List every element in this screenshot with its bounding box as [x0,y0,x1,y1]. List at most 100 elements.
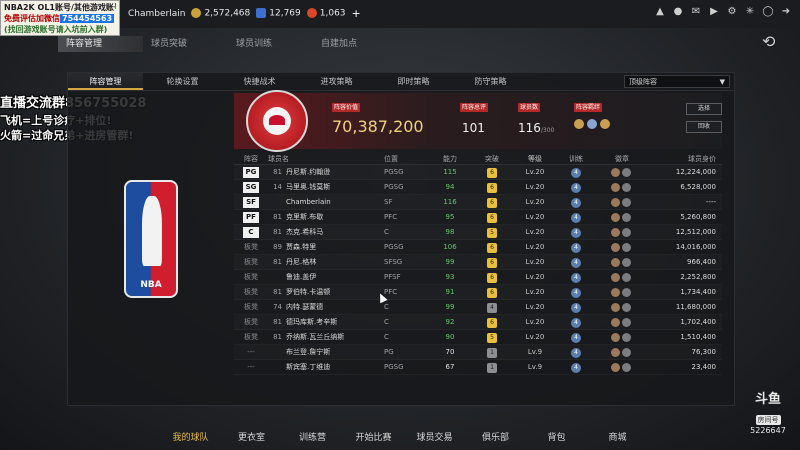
nav-store[interactable]: 商城 [587,430,648,443]
player-name: 马里奥.钱莫斯 [286,183,331,191]
player-name: 丹尼斯.约翰逊 [286,168,331,176]
training-cell: 4 [556,180,596,194]
lineup-dropdown[interactable]: 顶级阵容 ▼ [624,75,730,88]
nav-backpack[interactable]: 背包 [526,430,587,443]
level-cell: Lv.20 [525,243,545,251]
table-row[interactable]: C 81 杰克.希科马 C 98 5 Lv.20 4 12,512,000 [234,225,722,240]
tab-player-breakthrough[interactable]: 球员突破 [143,36,228,52]
bench-label: 板凳 [244,258,258,266]
gold-value: 2,572,468 [204,8,251,19]
nav-start-game[interactable]: 开始比赛 [343,430,404,443]
nav-player-trade[interactable]: 球员交易 [404,430,465,443]
lineup-cell: 板凳 [234,240,268,254]
tab-lineup-management[interactable]: 阵容管理 [58,36,143,52]
subtab-quick-tactics[interactable]: 快捷战术 [222,73,297,90]
lineup-cell: C [234,225,268,239]
top-bar: NBA2K OL1账号/其他游戏账号 免费评估加微信 754454563 (找回游… [0,0,800,36]
header-breakthrough: 突破 [485,155,499,163]
subtab-offense[interactable]: 进攻策略 [299,73,374,90]
badge-icon [611,198,620,207]
badges-cell [596,270,648,284]
tab-player-training[interactable]: 球员训练 [228,36,313,52]
header-position: 位置 [384,155,398,163]
subtab-defense[interactable]: 防守策略 [453,73,528,90]
subtab-instant[interactable]: 即时策略 [376,73,451,90]
points-counter: 12,769 [256,8,301,19]
subtab-rotation[interactable]: 轮换设置 [145,73,220,90]
tab-custom-points[interactable]: 自建加点 [313,36,398,52]
mail-icon[interactable]: ✉ [690,6,702,18]
breakthrough-icon: 5 [487,228,497,238]
player-name-cell: 81 丹尼.格林 [268,255,384,269]
settings-icon[interactable]: ✳ [744,6,756,18]
training-icon: 4 [571,303,581,313]
team-summary-card: 阵容价值 70,387,200 阵容总评 101 球员数 116/300 阵容羁… [234,90,722,152]
table-row[interactable]: 板凳 81 德玛库斯.考辛斯 C 92 6 Lv.20 4 1,702,400 [234,315,722,330]
level-cell: Lv.20 [525,228,545,236]
bottom-nav: 我的球队 更衣室 训练营 开始比赛 球员交易 俱乐部 背包 商城 [160,430,648,443]
salary-cell: 1,702,400 [680,318,716,326]
badge-icon [611,363,620,372]
breakthrough-icon: 4 [487,303,497,313]
breakthrough-cell: 5 [470,330,514,344]
nav-my-team[interactable]: 我的球队 [160,430,221,443]
level-cell: Lv.20 [525,318,545,326]
nav-locker-room[interactable]: 更衣室 [221,430,282,443]
player-number: 81 [273,258,282,266]
add-currency-button[interactable]: + [352,7,361,20]
recycle-button[interactable]: 回收 [686,121,722,133]
back-arrow-icon[interactable]: ⟲ [762,34,786,50]
nav-training-camp[interactable]: 训练营 [282,430,343,443]
player-name: 斯宾塞.丁维迪 [286,363,331,371]
hawks-logo [246,90,308,152]
table-row[interactable]: 板凳 74 内特.瑟蒙德 C 99 4 Lv.20 4 11,680,000 [234,300,722,315]
user-icon[interactable]: ● [672,6,684,18]
table-row[interactable]: PG 81 丹尼斯.约翰逊 PGSG 115 6 Lv.20 4 12,224,0… [234,165,722,180]
player-name: 内特.瑟蒙德 [286,303,324,311]
level-cell: Lv.20 [525,213,545,221]
coin-icon [306,8,317,19]
table-row[interactable]: PF 81 克里斯.布歇 PFC 95 6 Lv.20 4 5,260,800 [234,210,722,225]
salary-cell: 2,252,800 [680,273,716,281]
salary-cell: 966,400 [687,258,716,266]
position-badge: PF [243,212,259,223]
exit-icon[interactable]: ➜ [780,6,792,18]
table-row[interactable]: 板凳 81 罗伯特.卡温顿 PFC 91 6 Lv.20 4 1,734,400 [234,285,722,300]
bench-label: --- [247,348,255,356]
badge-icon [622,333,631,342]
video-icon[interactable]: ▶ [708,6,720,18]
breakthrough-icon: 6 [487,168,497,178]
select-button[interactable]: 选择 [686,103,722,115]
table-row[interactable]: --- 布兰登.詹宁斯 PG 70 1 Lv.9 4 76,300 [234,345,722,360]
level-cell: Lv.20 [525,303,545,311]
coins-value: 1,063 [319,8,346,19]
lineup-cell: PF [234,210,268,224]
badge-icon [622,258,631,267]
table-row[interactable]: 板凳 81 丹尼.格林 SFSG 99 6 Lv.20 4 966,400 [234,255,722,270]
player-number: 81 [273,228,282,236]
salary-cell: 12,512,000 [675,228,716,236]
header-player-name: 球员名 [268,155,289,163]
gear-icon[interactable]: ⚙ [726,6,738,18]
table-row[interactable]: 板凳 81 乔纳斯.瓦兰丘纳斯 C 90 5 Lv.20 4 1,510,400 [234,330,722,345]
coins-counter: 1,063 [306,8,346,19]
training-icon: 4 [571,258,581,268]
breakthrough-cell: 4 [470,300,514,314]
badge-icon [611,318,620,327]
bench-label: 板凳 [244,243,258,251]
headset-icon[interactable]: ◯ [762,6,774,18]
subtab-lineup[interactable]: 阵容管理 [68,73,143,90]
nav-club[interactable]: 俱乐部 [465,430,526,443]
badge-icon [611,303,620,312]
table-row[interactable]: SG 14 马里奥.钱莫斯 PGSG 94 6 Lv.20 4 6,528,000 [234,180,722,195]
table-row[interactable]: 板凳 鲁迪.盖伊 PFSF 93 6 Lv.20 4 2,252,800 [234,270,722,285]
training-cell: 4 [556,285,596,299]
table-row[interactable]: 板凳 89 贾森.特里 PGSG 106 6 Lv.20 4 14,016,000 [234,240,722,255]
badge-icon [611,333,620,342]
table-row[interactable]: SF Chamberlain SF 116 6 Lv.20 4 ---- [234,195,722,210]
player-number: 74 [273,303,282,311]
breakthrough-icon: 6 [487,213,497,223]
douyu-brand: 斗鱼 [754,392,781,407]
notification-icon[interactable]: ▲ [654,6,666,18]
table-row[interactable]: --- 斯宾塞.丁维迪 PGSG 67 1 Lv.9 4 23,400 [234,360,722,375]
